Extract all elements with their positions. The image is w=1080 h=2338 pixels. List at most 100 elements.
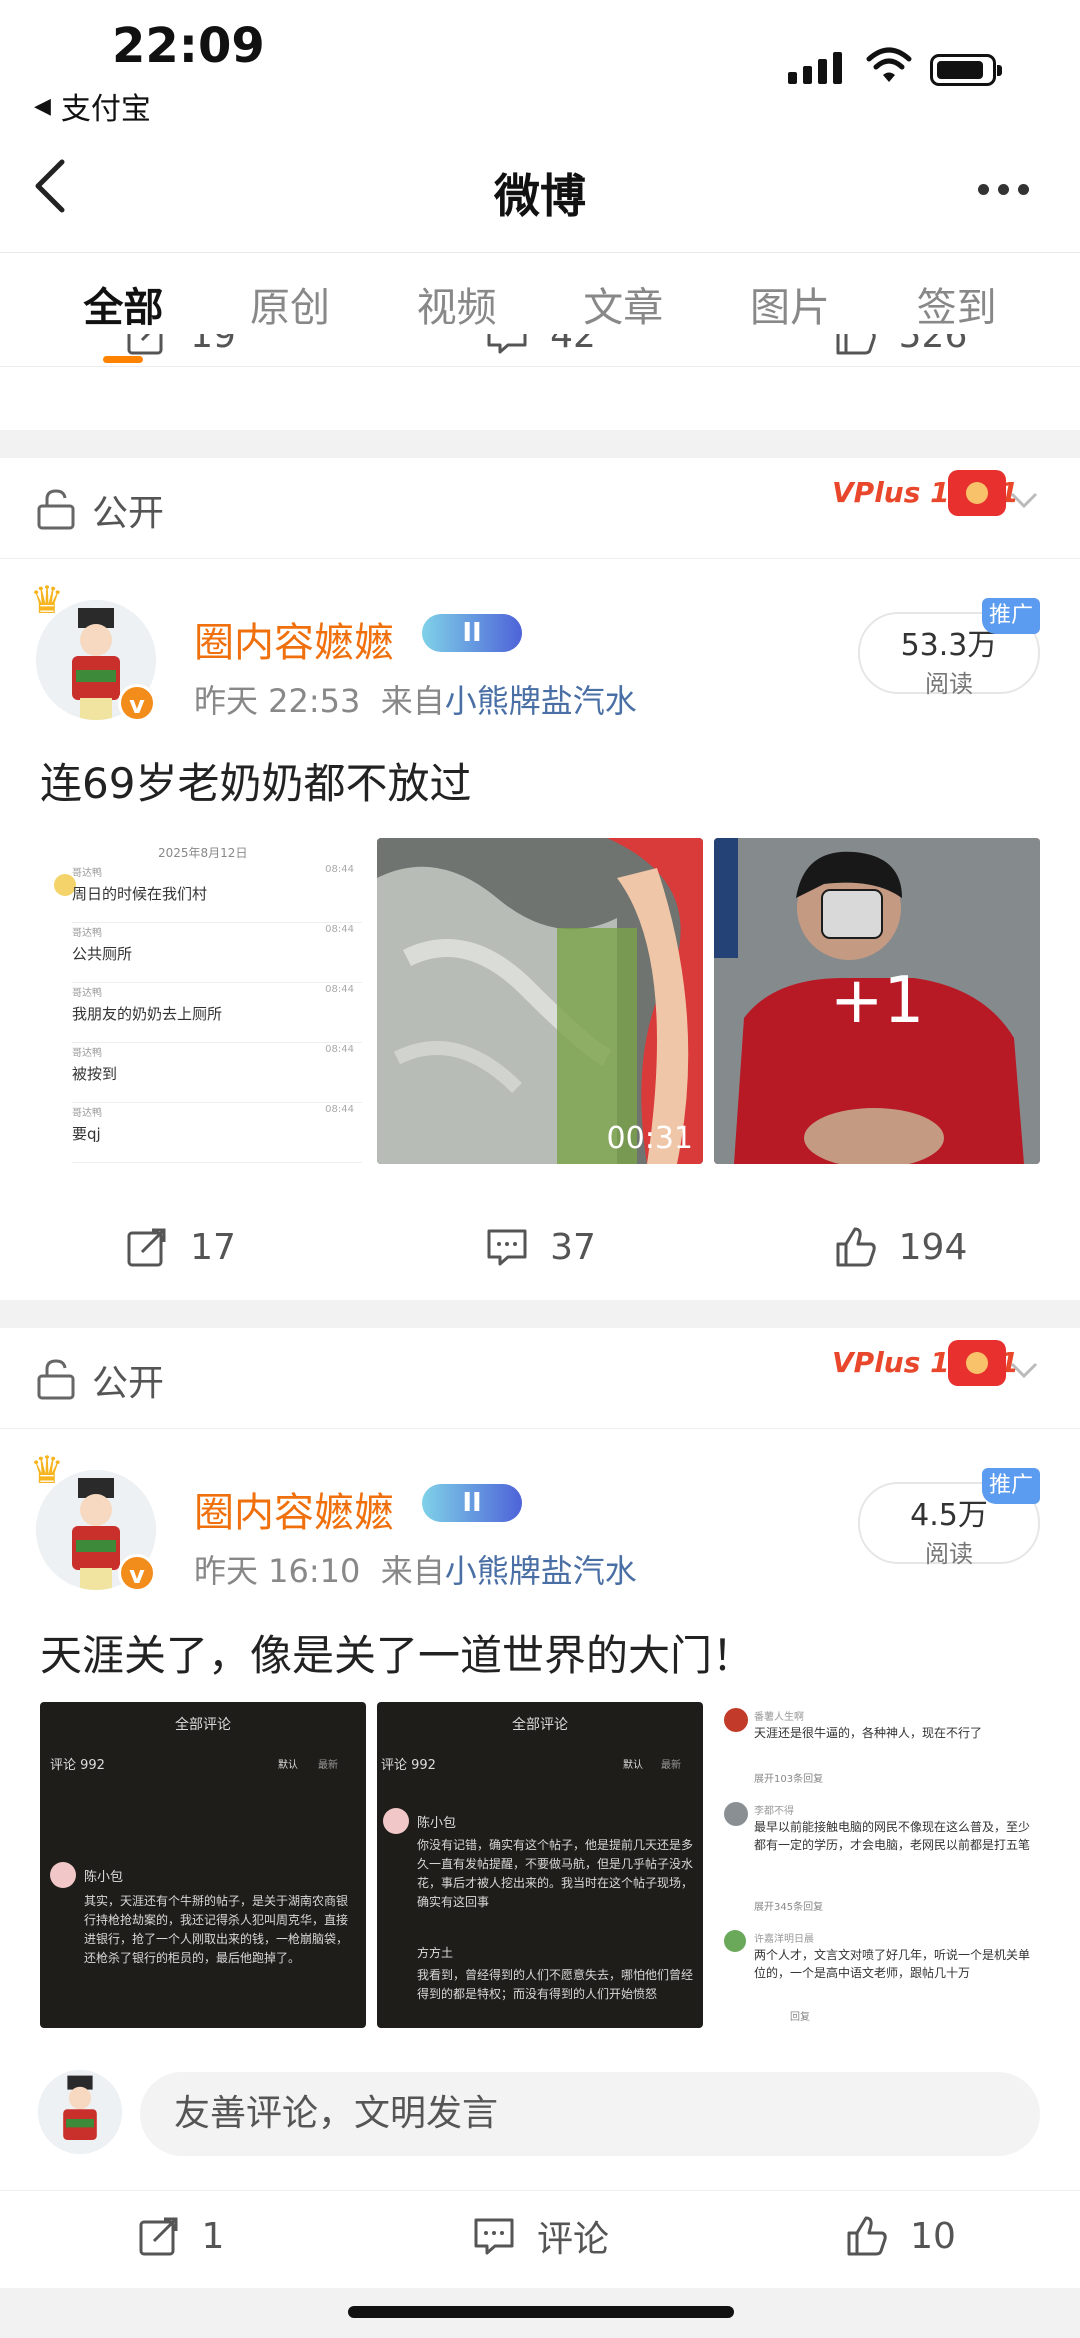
post-image-chat[interactable]: 2025年8月12日 哥达鸭 周日的时候在我们村 08:44 哥达鸭 公共厕所 … <box>40 838 366 1164</box>
post-source[interactable]: 小熊牌盐汽水 <box>445 682 637 720</box>
sort-new: 最新 <box>318 1760 338 1771</box>
red-packet-icon[interactable] <box>948 470 1006 516</box>
commenter-avatar <box>383 1808 409 1834</box>
chat-sender: 哥达鸭 <box>72 1048 102 1059</box>
author-name[interactable]: 圈内容嬷嬷 <box>194 610 394 668</box>
post-actions: 17 37 194 <box>0 1202 1080 1292</box>
comment-icon <box>474 2218 514 2255</box>
level-badge: II <box>422 1484 522 1522</box>
comment-input[interactable]: 友善评论，文明发言 <box>140 2072 1040 2156</box>
chat-sender: 哥达鸭 <box>72 928 102 939</box>
chat-message: 要qj <box>72 1125 101 1143</box>
chat-message: 被按到 <box>72 1065 118 1083</box>
chat-message: 周日的时候在我们村 <box>72 885 208 903</box>
commenter-avatar <box>724 1802 748 1826</box>
wifi-icon <box>866 47 912 82</box>
back-app-label: 支付宝 <box>60 92 151 127</box>
chat-row: 哥达鸭 要qj 08:44 <box>72 1104 362 1163</box>
repost-count: 19 <box>190 334 236 356</box>
home-indicator[interactable] <box>348 2306 734 2318</box>
section-gap <box>0 1300 1080 1328</box>
comment-count: 37 <box>550 1226 596 1268</box>
repost-button[interactable]: 17 <box>0 1224 360 1270</box>
tab-all[interactable]: 全部 <box>83 275 163 363</box>
red-packet-icon[interactable] <box>948 1340 1006 1386</box>
comment-body: 其实，天涯还有个牛掰的帖子，是关于湖南农商银行持枪抢劫案的，我还记得杀人犯叫周克… <box>84 1894 349 1965</box>
post-video-thumbnail[interactable]: 00:31 <box>377 838 703 1164</box>
screenshot-title: 全部评论 <box>175 1717 231 1733</box>
tab-video[interactable]: 视频 <box>417 275 497 343</box>
like-button[interactable]: 194 <box>720 1224 1080 1270</box>
crown-icon: ♛ <box>30 578 65 622</box>
chat-sender: 哥达鸭 <box>72 988 102 999</box>
tab-image[interactable]: 图片 <box>750 275 830 343</box>
post-image-comments-2[interactable]: 全部评论 评论 992 默认 最新 陈小包 你没有记错，确实有这个帖子，他是提前… <box>377 1702 703 2028</box>
chat-sender: 哥达鸭 <box>72 1108 102 1119</box>
status-time: 22:09 <box>112 18 265 74</box>
chevron-down-icon[interactable] <box>1010 492 1038 508</box>
comment-button[interactable]: 评论 <box>360 2210 720 2262</box>
verified-badge-icon: v <box>118 684 156 722</box>
like-icon <box>836 334 876 355</box>
commenter-name: 番薯人生啊 <box>754 1712 804 1723</box>
source-prefix: 来自 <box>380 682 445 720</box>
chat-time: 08:44 <box>325 864 354 875</box>
verified-badge-icon: v <box>118 1554 156 1592</box>
post-text[interactable]: 天涯关了，像是关了一道世界的大门！ <box>40 1622 754 1683</box>
post-image-comments-3[interactable]: 番薯人生啊 天涯还是很牛逼的，各种神人，现在不行了 展开103条回复 李都不得 … <box>714 1702 1040 2028</box>
post-time: 昨天 22:53 <box>194 682 361 720</box>
like-count: 10 <box>910 2215 956 2257</box>
promo-badge: 推广 <box>982 598 1040 634</box>
repost-icon <box>139 2217 178 2256</box>
post-visibility-row: 公开 VPlus 11·11 <box>0 1328 1080 1429</box>
page-title: 微博 <box>494 169 586 223</box>
repost-count: 17 <box>190 1226 236 1268</box>
tab-original[interactable]: 原创 <box>250 275 330 343</box>
read-label: 阅读 <box>925 670 973 698</box>
commenter-name: 许嘉洋明日晨 <box>754 1934 814 1945</box>
tab-checkin[interactable]: 签到 <box>917 275 997 343</box>
repost-button[interactable]: 19 <box>0 334 360 358</box>
chat-row: 哥达鸭 周日的时候在我们村 08:44 <box>72 864 362 923</box>
post-source[interactable]: 小熊牌盐汽水 <box>445 1552 637 1590</box>
repost-count: 1 <box>201 2215 225 2257</box>
like-button[interactable]: 526 <box>720 334 1080 358</box>
comment-button[interactable]: 42 <box>360 334 720 358</box>
comment-body: 最早以前能接触电脑的网民不像现在这么普及，至少都有一定的学历，才会电脑，老网民以… <box>754 1820 1031 1852</box>
commenter-avatar <box>724 1708 748 1732</box>
post-visibility-row: 公开 VPlus 11·11 <box>0 458 1080 559</box>
author-name[interactable]: 圈内容嬷嬷 <box>194 1480 394 1538</box>
my-avatar <box>38 2070 122 2154</box>
chat-time: 08:44 <box>325 1104 354 1115</box>
post-image-more[interactable]: +1 <box>714 838 1040 1164</box>
screenshot-count: 评论 992 <box>381 1758 436 1773</box>
back-to-app-link[interactable]: ◀ 支付宝 <box>34 84 151 128</box>
visibility-label: 公开 <box>92 493 165 534</box>
comment-body: 你没有记错，确实有这个帖子，他是提前几天还是多久一直有发帖提醒，不要做马航，但是… <box>417 1838 694 1909</box>
tab-article[interactable]: 文章 <box>583 275 663 343</box>
repost-button[interactable]: 1 <box>0 2213 360 2259</box>
post-text[interactable]: 连69岁老奶奶都不放过 <box>40 750 471 811</box>
post-actions: 1 评论 10 <box>0 2190 1080 2281</box>
level-badge: II <box>422 614 522 652</box>
like-button[interactable]: 10 <box>720 2213 1080 2259</box>
expand-replies: 展开345条回复 <box>754 1902 824 1913</box>
commenter-name: 李都不得 <box>754 1806 794 1817</box>
comment-count: 42 <box>550 334 596 356</box>
more-options-icon[interactable] <box>978 184 1029 195</box>
reply-name: 方方土 <box>417 1946 454 1960</box>
author-avatar[interactable]: ♛ v <box>30 1448 156 1592</box>
chat-time: 08:44 <box>325 984 354 995</box>
chevron-down-icon[interactable] <box>1010 1362 1038 1378</box>
chat-sender: 哥达鸭 <box>72 868 102 879</box>
sort-default: 默认 <box>623 1760 643 1771</box>
sort-default: 默认 <box>278 1760 298 1771</box>
comment-icon <box>487 334 527 354</box>
like-icon <box>847 2216 887 2256</box>
repost-icon <box>127 1228 166 1267</box>
unlock-icon <box>37 489 75 530</box>
post-image-comments-1[interactable]: 全部评论 评论 992 默认 最新 陈小包 其实，天涯还有个牛掰的帖子，是关于湖… <box>40 1702 366 2028</box>
author-avatar[interactable]: ♛ v <box>30 578 156 722</box>
commenter-name: 陈小包 <box>417 1816 457 1831</box>
comment-button[interactable]: 37 <box>360 1224 720 1270</box>
